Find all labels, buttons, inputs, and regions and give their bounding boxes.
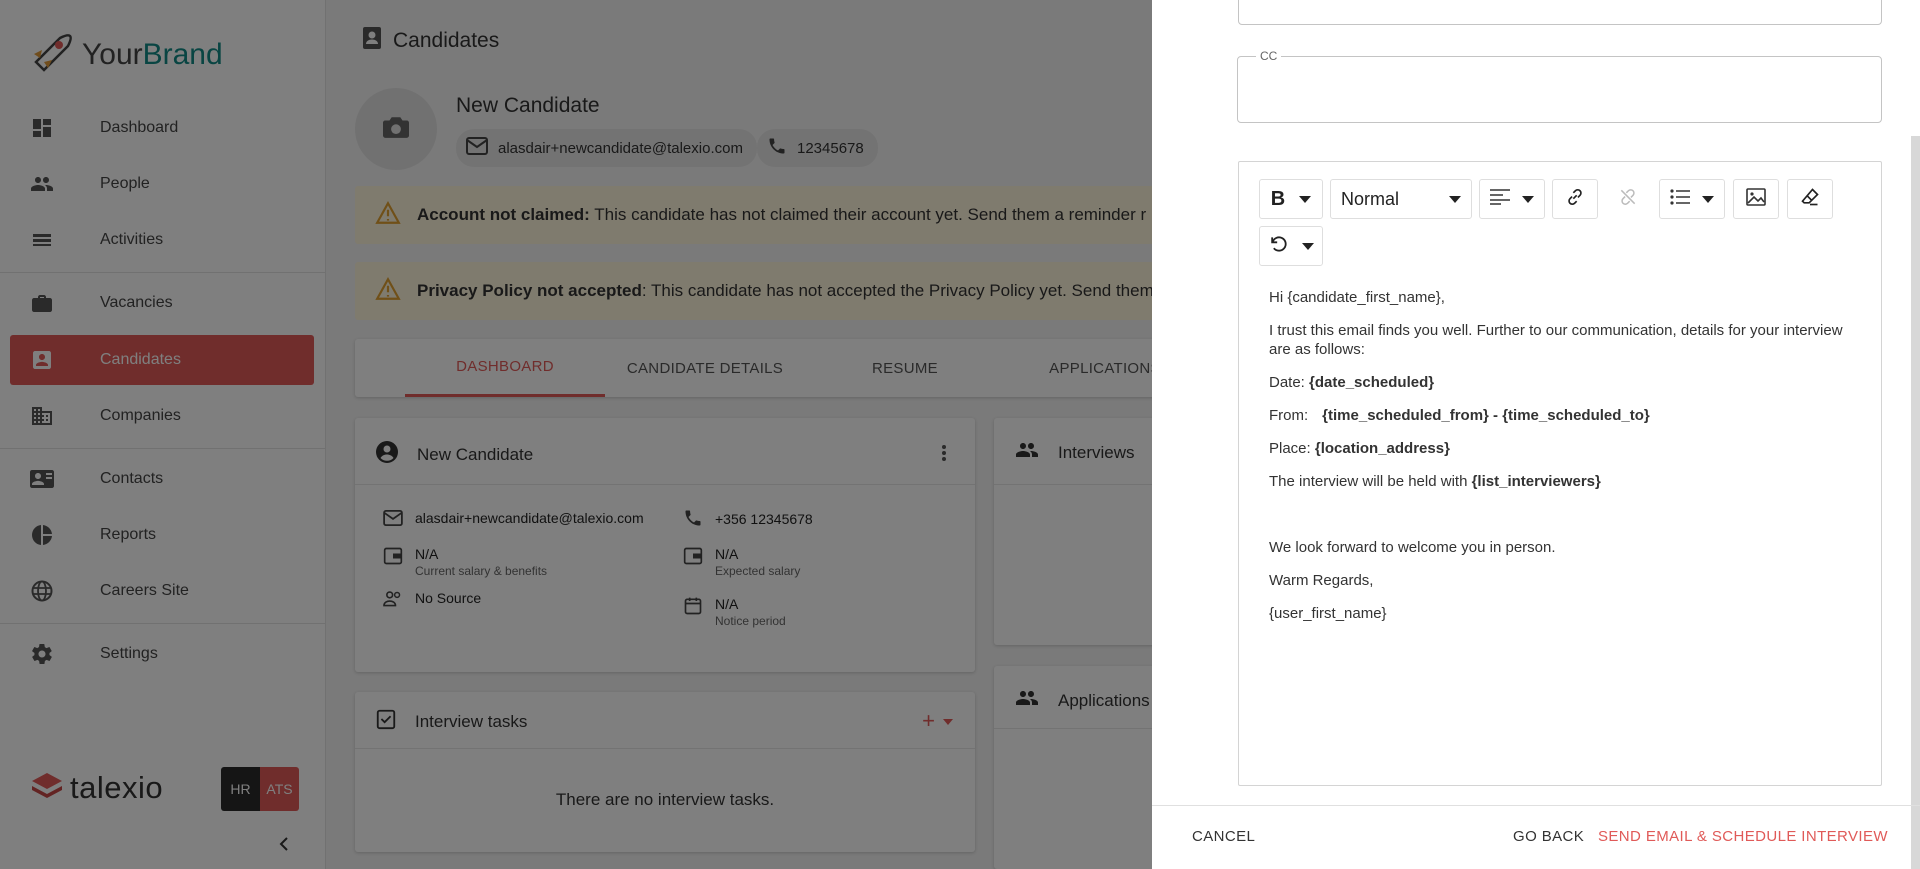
chevron-down-icon [1522, 195, 1534, 203]
cc-label: CC [1256, 49, 1282, 63]
email-greeting: Hi {candidate_first_name}, [1269, 289, 1445, 306]
drawer-footer: CANCEL GO BACK SEND EMAIL & SCHEDULE INT… [1152, 805, 1920, 869]
align-left-icon [1490, 188, 1510, 210]
bullet-list-icon [1670, 188, 1690, 210]
email-date-line: Date: {date_scheduled} [1269, 374, 1435, 391]
insert-image-button[interactable] [1733, 179, 1779, 219]
email-intro: I trust this email finds you well. Furth… [1269, 322, 1843, 358]
bold-dropdown[interactable]: B [1259, 179, 1323, 219]
format-select[interactable]: Normal [1330, 179, 1472, 219]
format-value: Normal [1341, 188, 1400, 209]
chevron-down-icon [1449, 195, 1461, 203]
link-icon [1565, 187, 1585, 212]
bold-icon: B [1270, 187, 1286, 210]
email-interviewers-line: The interview will be held with {list_in… [1269, 473, 1601, 490]
cancel-button[interactable]: CANCEL [1192, 828, 1255, 845]
undo-dropdown[interactable] [1259, 226, 1323, 266]
align-dropdown[interactable] [1479, 179, 1545, 219]
email-place-line: Place: {location_address} [1269, 440, 1450, 457]
clear-format-button[interactable] [1787, 179, 1833, 219]
insert-link-button[interactable] [1552, 179, 1598, 219]
list-dropdown[interactable] [1659, 179, 1725, 219]
eraser-icon [1800, 187, 1820, 212]
unlink-icon [1618, 187, 1638, 212]
go-back-button[interactable]: GO BACK [1513, 828, 1584, 845]
unlink-button[interactable] [1605, 179, 1651, 219]
chevron-down-icon [1299, 195, 1312, 203]
email-body-editor[interactable]: B Normal Hi {candidate_first_name}, I tr… [1238, 161, 1882, 786]
email-from-line: From: {time_scheduled_from} - {time_sched… [1269, 407, 1650, 424]
drawer-scrollbar[interactable] [1911, 136, 1920, 869]
chevron-down-icon [1702, 195, 1714, 203]
email-regards: Warm Regards, [1269, 572, 1374, 589]
undo-icon [1268, 234, 1288, 259]
email-closing: We look forward to welcome you in person… [1269, 539, 1556, 556]
schedule-interview-drawer: CC B Normal Hi {candidate_first_name}, I… [1152, 0, 1920, 869]
chevron-down-icon [1302, 242, 1314, 250]
send-email-schedule-button[interactable]: SEND EMAIL & SCHEDULE INTERVIEW [1598, 828, 1888, 845]
email-body-content[interactable]: Hi {candidate_first_name}, I trust this … [1269, 288, 1849, 637]
image-icon [1746, 187, 1766, 211]
cc-field[interactable]: CC [1237, 49, 1882, 123]
email-subject-field[interactable] [1238, 0, 1882, 25]
email-signature: {user_first_name} [1269, 605, 1387, 622]
